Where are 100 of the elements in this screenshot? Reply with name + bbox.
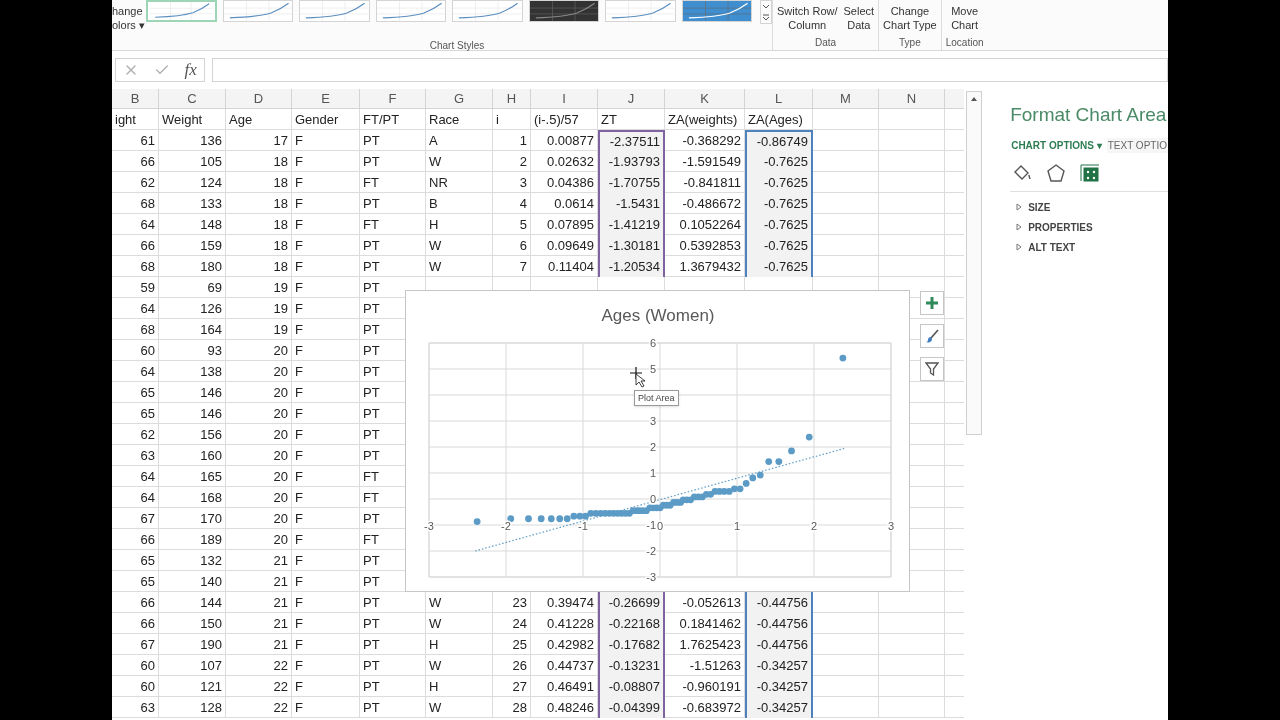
- table-cell-text: 140: [200, 572, 222, 591]
- table-cell-text: 66: [140, 236, 155, 255]
- table-cell-text: 21: [273, 614, 288, 633]
- section-header[interactable]: ALT TEXT: [1016, 239, 1168, 255]
- table-cell-text: PT: [363, 677, 380, 696]
- ribbon-button[interactable]: Select Data: [843, 3, 875, 32]
- table-cell-text: W: [429, 236, 442, 255]
- formula-input[interactable]: [212, 57, 1168, 82]
- vertical-scrollbar[interactable]: [966, 91, 983, 435]
- data-point: [765, 458, 773, 465]
- table-cell-text: 65: [140, 551, 155, 570]
- table-cell-text: 0.42982: [547, 635, 594, 654]
- table-cell-text: PT: [363, 509, 380, 528]
- table-cell-text: 170: [200, 509, 222, 528]
- table-cell-text: 18: [273, 215, 288, 234]
- table-cell-text: F: [295, 509, 303, 528]
- column-header[interactable]: J: [598, 89, 665, 108]
- table-cell-text: Gender: [295, 110, 339, 129]
- chart-style-thumbnail[interactable]: [146, 0, 217, 22]
- table-cell-text: 61: [140, 131, 155, 150]
- ribbon-button[interactable]: Change Chart Type: [883, 3, 937, 32]
- column-header[interactable]: D: [226, 89, 292, 108]
- table-cell-text: 64: [140, 488, 155, 507]
- more-styles-icon[interactable]: [761, 12, 771, 23]
- ribbon-button[interactable]: Move Chart: [951, 3, 979, 32]
- column-header[interactable]: F: [360, 89, 426, 108]
- table-cell-text: Race: [429, 110, 460, 129]
- column-header[interactable]: I: [531, 89, 598, 108]
- column-header[interactable]: N: [879, 89, 945, 108]
- table-cell-text: 20: [273, 404, 288, 423]
- table-cell-text: 190: [200, 635, 222, 654]
- table-cell-text: PT: [363, 194, 380, 213]
- add-element-button[interactable]: [920, 291, 944, 315]
- table-cell-text: H: [429, 677, 439, 696]
- table-cell-text: PT: [363, 383, 380, 402]
- table-cell-text: -0.841811: [683, 173, 741, 192]
- table-cell-text: F: [295, 467, 303, 486]
- table-cell-text: 156: [200, 425, 222, 444]
- table-cell-text: -0.486672: [682, 194, 741, 213]
- column-header[interactable]: K: [665, 89, 745, 108]
- table-cell: -0.86749: [745, 130, 813, 151]
- table-cell-text: PT: [363, 404, 380, 423]
- table-cell-text: PT: [363, 698, 380, 717]
- table-cell-text: F: [295, 572, 303, 591]
- column-header[interactable]: C: [159, 89, 226, 108]
- table-cell-text: 132: [200, 551, 222, 570]
- table-cell-text: 67: [140, 635, 155, 654]
- table-cell-text: 68: [140, 194, 155, 213]
- column-header[interactable]: L: [745, 89, 813, 108]
- table-cell-text: 0.09649: [547, 236, 594, 255]
- table-cell-text: PT: [363, 551, 380, 570]
- table-cell-text: 0.41228: [547, 614, 594, 633]
- table-cell-text: 168: [200, 488, 222, 507]
- table-cell-text: 20: [273, 467, 288, 486]
- table-cell-text: 65: [140, 404, 155, 423]
- table-cell: -0.7625: [745, 151, 813, 172]
- table-cell-text: 64: [140, 299, 155, 318]
- table-cell-text: 159: [200, 236, 222, 255]
- table-cell-text: FT: [363, 530, 379, 549]
- table-cell-text: 165: [200, 467, 222, 486]
- ribbon-button[interactable]: Switch Row/ Column: [777, 3, 838, 32]
- column-header[interactable]: M: [813, 89, 879, 108]
- pane-tab[interactable]: TEXT OPTIO: [1106, 137, 1168, 153]
- table-cell-text: 20: [273, 425, 288, 444]
- chart-styles-button[interactable]: [920, 324, 944, 348]
- chart-area[interactable]: Ages (Women) -3 -2 -1 0 1 2 3 -3 -2 -1 0 1 2 3 5 6 Plot Area: [405, 290, 910, 592]
- section-header[interactable]: SIZE: [1016, 199, 1168, 215]
- table-cell-text: -0.683972: [682, 698, 741, 717]
- chart-style-thumbnail[interactable]: [681, 0, 752, 22]
- table-cell-text: F: [295, 614, 303, 633]
- insert-function-button[interactable]: fx: [184, 56, 197, 83]
- table-cell-text: PT: [363, 572, 380, 591]
- table-cell-text: 189: [200, 530, 222, 549]
- chart-style-thumbnail[interactable]: [528, 0, 599, 22]
- group-label: Chart Styles: [429, 39, 485, 53]
- chart-filters-button[interactable]: [920, 357, 944, 381]
- table-cell-text: 63: [140, 446, 155, 465]
- table-cell-text: PT: [363, 614, 380, 633]
- axis-tick-label: 2: [810, 520, 818, 532]
- table-cell: -0.04399: [598, 697, 665, 718]
- group-label: Type: [899, 36, 921, 50]
- column-header[interactable]: H: [493, 89, 531, 108]
- table-cell-text: 18: [273, 194, 288, 213]
- section-header[interactable]: PROPERTIES: [1016, 219, 1168, 235]
- pane-tab[interactable]: CHART OPTIONS ▾: [1010, 137, 1103, 153]
- table-cell-text: 21: [273, 551, 288, 570]
- data-point: [525, 515, 532, 523]
- table-cell-text: 68: [140, 320, 155, 339]
- table-cell-text: 1.7625423: [679, 635, 741, 654]
- column-header[interactable]: B: [112, 89, 159, 108]
- table-cell-text: 20: [273, 446, 288, 465]
- table-cell-text: B: [429, 194, 438, 213]
- table-cell-text: F: [295, 173, 303, 192]
- table-cell-text: 20: [273, 362, 288, 381]
- table-cell-text: F: [295, 698, 303, 717]
- column-header[interactable]: E: [292, 89, 360, 108]
- table-cell-text: PT: [363, 299, 380, 318]
- column-header[interactable]: G: [426, 89, 493, 108]
- table-cell: -1.5431: [598, 193, 665, 214]
- table-cell-text: 0.04386: [547, 173, 594, 192]
